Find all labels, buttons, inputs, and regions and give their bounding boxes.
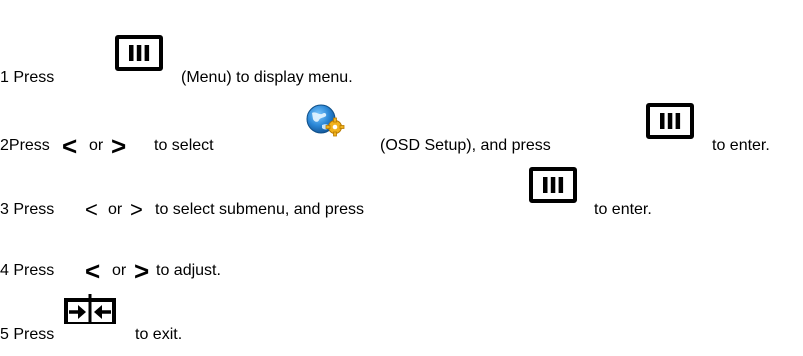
right-arrow: > [111, 131, 127, 161]
left-arrow: < [62, 131, 78, 161]
step-2-press: 2Press [0, 137, 50, 154]
menu-button-icon [646, 103, 694, 139]
step-4-or: or [112, 262, 127, 279]
step-5-end: to exit. [135, 326, 183, 343]
step-3-end: to enter. [594, 201, 652, 218]
exit-button-icon [64, 294, 116, 324]
step-4-press: 4 Press [0, 262, 55, 279]
step-3-or: or [108, 201, 123, 218]
right-arrow: > [130, 197, 143, 222]
step-1-press: 1 Press [0, 69, 55, 86]
step-5-press: 5 Press [0, 326, 55, 343]
osd-setup-icon [306, 104, 345, 137]
step-3-text: to select submenu, and press [155, 201, 365, 218]
step-2-select: to select [154, 137, 214, 154]
step-2-end: to enter. [712, 137, 770, 154]
step-1-text: (Menu) to display menu. [181, 69, 353, 86]
step-3-press: 3 Press [0, 201, 55, 218]
step-2-osd-text: (OSD Setup), and press [380, 137, 551, 154]
step-2-or: or [89, 137, 104, 154]
menu-button-icon [115, 35, 163, 71]
right-arrow: > [134, 256, 150, 286]
step-4-text: to adjust. [156, 262, 221, 279]
menu-button-icon [529, 167, 577, 203]
left-arrow: < [85, 256, 101, 286]
left-arrow: < [85, 197, 98, 222]
